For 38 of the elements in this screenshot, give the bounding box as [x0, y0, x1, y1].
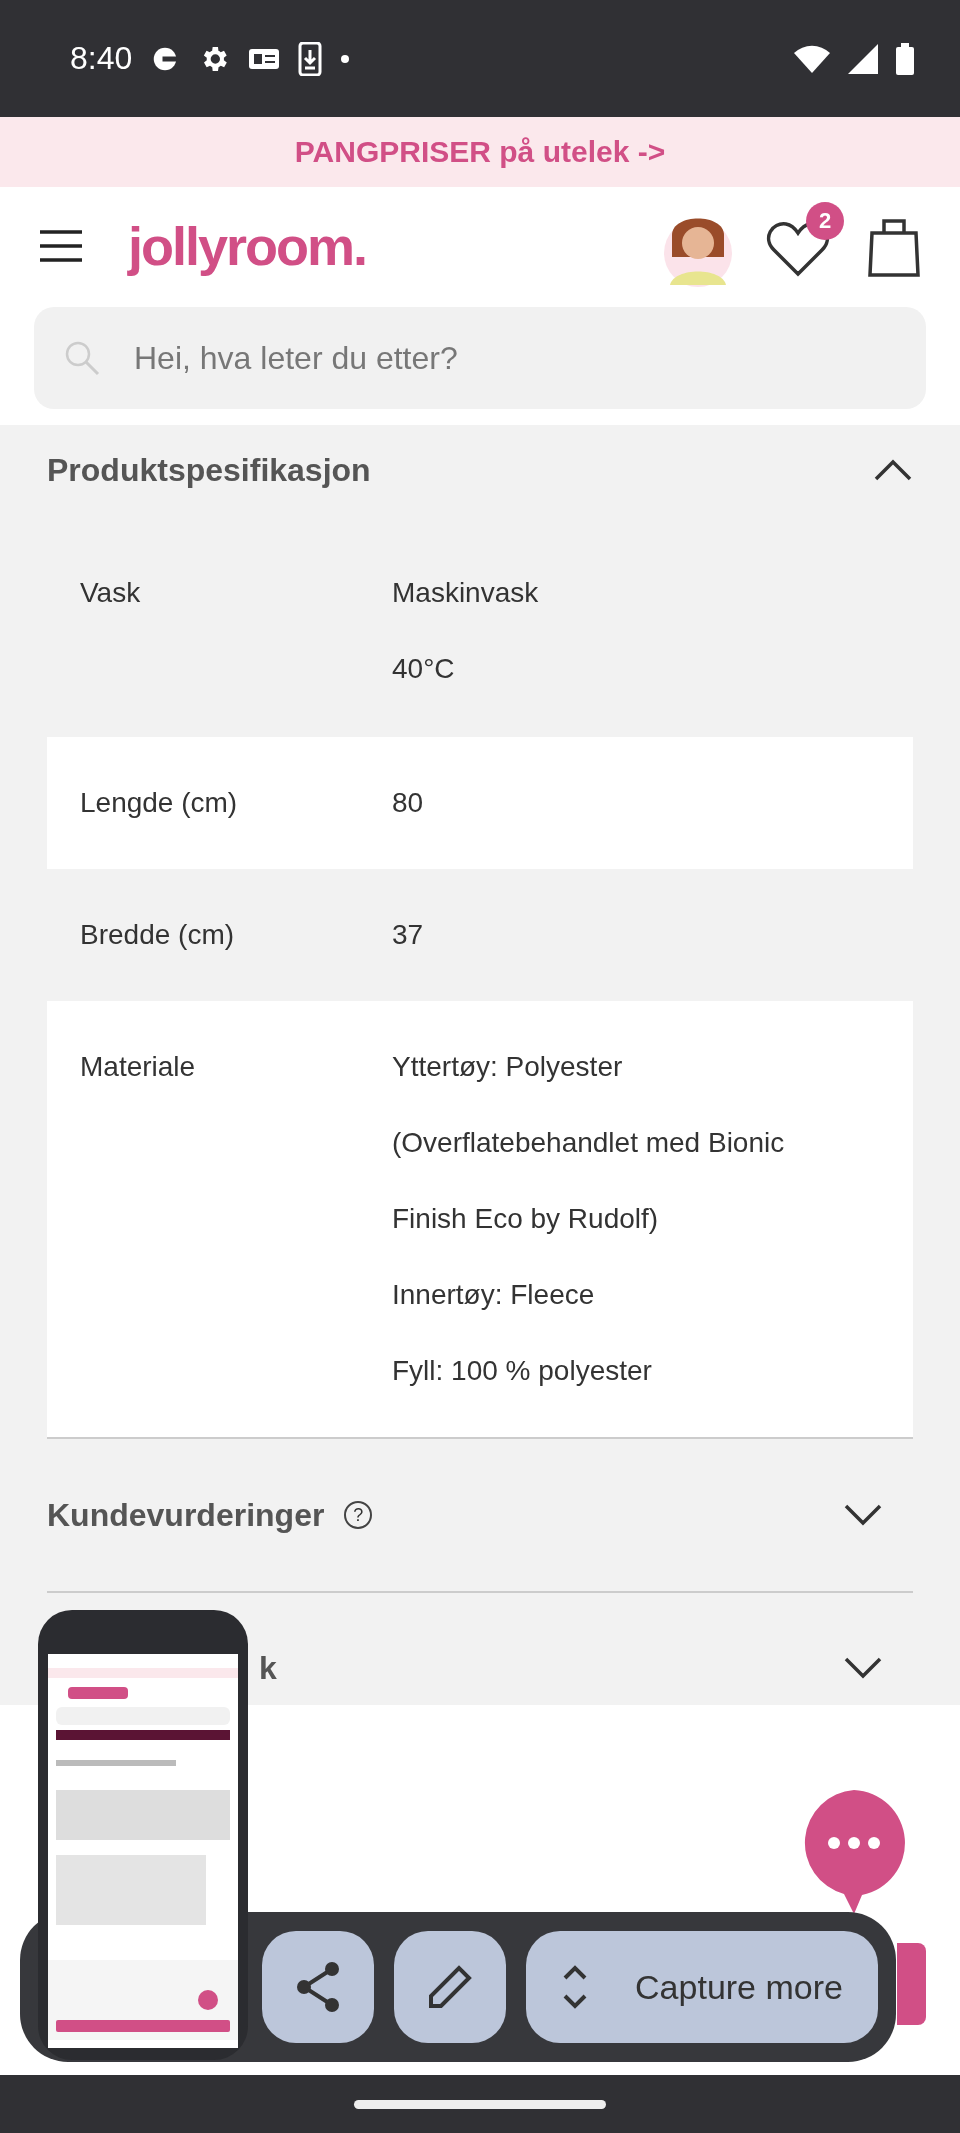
spec-value: Fyll: 100 % polyester — [392, 1354, 653, 1388]
spec-value: Maskinvask — [392, 576, 539, 610]
promo-link[interactable]: PANGPRISER på utelek -> — [294, 135, 666, 169]
battery-icon — [896, 42, 914, 75]
chevron-down-icon[interactable] — [843, 1656, 883, 1680]
spec-value: Finish Eco by Rudolf) — [392, 1202, 660, 1236]
spec-value: 80 — [392, 786, 424, 820]
home-handle[interactable] — [354, 2099, 606, 2109]
wifi-icon — [794, 44, 830, 73]
signal-icon — [848, 43, 878, 74]
capture-more-button[interactable]: Capture more — [526, 1931, 878, 2043]
spec-value: (Overflatebehandlet med Bionic — [392, 1126, 785, 1160]
chevron-up-icon[interactable] — [873, 458, 913, 482]
section-title[interactable]: Kundevurderinger — [47, 1496, 325, 1534]
spec-label: Bredde (cm) — [80, 918, 236, 952]
share-button[interactable] — [262, 1931, 374, 2043]
help-icon[interactable]: ? — [344, 1501, 373, 1529]
spec-label: Vask — [80, 576, 142, 610]
spec-value: Yttertøy: Polyester — [392, 1050, 624, 1084]
spec-value: Innertøy: Fleece — [392, 1278, 596, 1312]
section-title: Produktspesifikasjon — [47, 451, 371, 489]
edit-button[interactable] — [394, 1931, 506, 2043]
status-time: 8:40 — [70, 40, 133, 77]
news-icon — [248, 46, 281, 71]
wishlist-count-badge: 2 — [806, 202, 844, 240]
spec-value: 37 — [392, 918, 424, 952]
spec-label: Lengde (cm) — [80, 786, 239, 820]
search-icon — [64, 340, 100, 376]
section-title[interactable]: k — [259, 1649, 277, 1687]
chevron-down-icon[interactable] — [843, 1503, 883, 1527]
logo[interactable]: jollyroom. — [128, 215, 367, 277]
pencil-icon — [427, 1964, 473, 2010]
search-field[interactable]: Hei, hva leter du etter? — [34, 307, 926, 409]
share-icon — [294, 1961, 342, 2013]
download-icon — [298, 41, 323, 76]
spec-value: 40°C — [392, 652, 456, 686]
spec-label: Materiale — [80, 1050, 197, 1084]
menu-icon[interactable] — [38, 229, 84, 263]
